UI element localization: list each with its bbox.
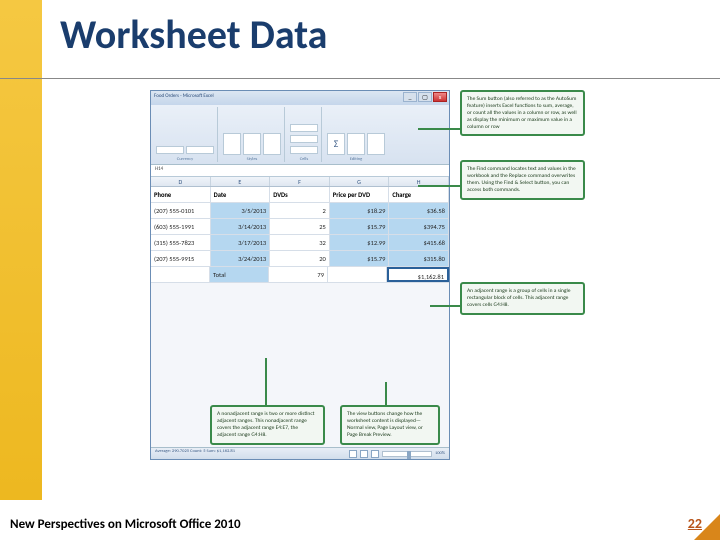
conditional-formatting-button[interactable] <box>223 133 241 155</box>
cell[interactable]: Date <box>211 187 271 202</box>
cell[interactable]: 25 <box>270 219 330 234</box>
cell[interactable]: Phone <box>151 187 211 202</box>
excel-figure: Food Orders - Microsoft Excel _ ▢ x Curr… <box>150 90 590 490</box>
window-titlebar: Food Orders - Microsoft Excel _ ▢ x <box>151 91 449 105</box>
ribbon-group-styles-label: Styles <box>247 157 258 162</box>
cell[interactable] <box>151 267 210 282</box>
col-header[interactable]: F <box>270 177 330 186</box>
slide: Worksheet Data Food Orders - Microsoft E… <box>0 0 720 540</box>
minimize-button[interactable]: _ <box>403 92 417 102</box>
callout-nonadjacent-range: A nonadjacent range is two or more disti… <box>210 405 325 445</box>
cell[interactable]: 20 <box>270 251 330 266</box>
close-button[interactable]: x <box>433 92 447 102</box>
table-header-row: Phone Date DVDs Price per DVD Charge <box>151 187 449 203</box>
view-normal-button[interactable] <box>349 450 357 458</box>
cell[interactable]: $18.29 <box>330 203 390 218</box>
cell[interactable]: $315.80 <box>389 251 449 266</box>
col-header[interactable]: E <box>211 177 271 186</box>
callout-find-replace: The Find command locates text and values… <box>460 160 585 200</box>
active-cell[interactable]: $1,162.81 <box>387 267 449 282</box>
cell[interactable]: 79 <box>269 267 328 282</box>
cell[interactable] <box>328 267 387 282</box>
status-bar: Average: 290.7025 Count: 5 Sum: $1,162.8… <box>151 447 449 459</box>
cell[interactable]: $394.75 <box>389 219 449 234</box>
callout-arrow <box>430 305 460 307</box>
format-as-table-button[interactable] <box>243 133 261 155</box>
cell[interactable]: $15.79 <box>330 219 390 234</box>
callout-arrow <box>385 382 387 405</box>
col-header[interactable]: D <box>151 177 211 186</box>
name-box[interactable]: H14 <box>155 166 163 172</box>
callout-view-buttons: The view buttons change how the workshee… <box>340 405 440 445</box>
zoom-slider[interactable] <box>382 451 432 457</box>
callout-autosum: The Sum button (also referred to as the … <box>460 90 585 136</box>
callout-arrow <box>418 128 460 130</box>
view-page-layout-button[interactable] <box>360 450 368 458</box>
view-page-break-button[interactable] <box>371 450 379 458</box>
corner-accent <box>694 514 720 540</box>
cell[interactable]: (603) 555-1991 <box>151 219 211 234</box>
ribbon-group-number-label: Currency <box>177 157 193 162</box>
insert-button[interactable] <box>290 124 318 132</box>
table-row: (603) 555-1991 3/14/2013 25 $15.79 $394.… <box>151 219 449 235</box>
table-row: (207) 555-9915 3/24/2013 20 $15.79 $315.… <box>151 251 449 267</box>
autosum-button[interactable]: Σ <box>327 133 345 155</box>
cell[interactable]: 3/17/2013 <box>211 235 271 250</box>
ribbon-group-cells: Cells <box>287 107 322 162</box>
worksheet-grid[interactable]: Phone Date DVDs Price per DVD Charge (20… <box>151 187 449 283</box>
formula-bar[interactable]: H14 <box>151 165 449 177</box>
slide-footer: New Perspectives on Microsoft Office 201… <box>10 517 241 532</box>
gold-accent-bar <box>0 0 42 500</box>
cell[interactable]: 3/24/2013 <box>211 251 271 266</box>
callout-arrow <box>418 185 460 187</box>
status-bar-stats: Average: 290.7025 Count: 5 Sum: $1,162.8… <box>155 449 235 458</box>
zoom-level: 100% <box>435 451 445 456</box>
find-select-button[interactable] <box>367 133 385 155</box>
ribbon: Currency Styles Cells <box>151 105 449 165</box>
cell[interactable]: $415.68 <box>389 235 449 250</box>
ribbon-group-editing-label: Editing <box>350 157 363 162</box>
slide-title: Worksheet Data <box>60 10 700 59</box>
cell[interactable]: Charge <box>389 187 449 202</box>
table-row: (207) 555-0101 3/5/2013 2 $18.29 $36.58 <box>151 203 449 219</box>
ribbon-group-number: Currency <box>153 107 218 162</box>
sort-filter-button[interactable] <box>347 133 365 155</box>
cell[interactable]: (315) 555-7823 <box>151 235 211 250</box>
title-rule <box>0 78 720 79</box>
column-headers: D E F G H <box>151 177 449 187</box>
cell[interactable]: $12.99 <box>330 235 390 250</box>
cell[interactable]: $36.58 <box>389 203 449 218</box>
cell[interactable]: DVDs <box>270 187 330 202</box>
cell[interactable]: (207) 555-9915 <box>151 251 211 266</box>
cell[interactable]: $15.79 <box>330 251 390 266</box>
col-header[interactable]: G <box>330 177 390 186</box>
cell-styles-button[interactable] <box>263 133 281 155</box>
cell[interactable]: Total <box>210 267 269 282</box>
table-total-row: Total 79 $1,162.81 <box>151 267 449 283</box>
cell[interactable]: 3/5/2013 <box>211 203 271 218</box>
ribbon-group-editing: Σ Editing <box>324 107 388 162</box>
cell[interactable]: 32 <box>270 235 330 250</box>
cell[interactable]: 3/14/2013 <box>211 219 271 234</box>
currency-dropdown[interactable] <box>156 146 184 154</box>
title-zone: Worksheet Data <box>60 10 700 59</box>
cell[interactable]: Price per DVD <box>330 187 390 202</box>
table-row: (315) 555-7823 3/17/2013 32 $12.99 $415.… <box>151 235 449 251</box>
window-buttons: _ ▢ x <box>403 92 447 102</box>
cell[interactable]: (207) 555-0101 <box>151 203 211 218</box>
ribbon-group-cells-label: Cells <box>300 157 308 162</box>
maximize-button[interactable]: ▢ <box>418 92 432 102</box>
format-button[interactable] <box>290 146 318 154</box>
delete-button[interactable] <box>290 135 318 143</box>
percent-button[interactable] <box>186 146 214 154</box>
callout-adjacent-range: An adjacent range is a group of cells in… <box>460 282 585 315</box>
ribbon-group-styles: Styles <box>220 107 285 162</box>
callout-arrow <box>265 358 267 405</box>
window-title: Food Orders - Microsoft Excel <box>154 93 214 99</box>
cell[interactable]: 2 <box>270 203 330 218</box>
